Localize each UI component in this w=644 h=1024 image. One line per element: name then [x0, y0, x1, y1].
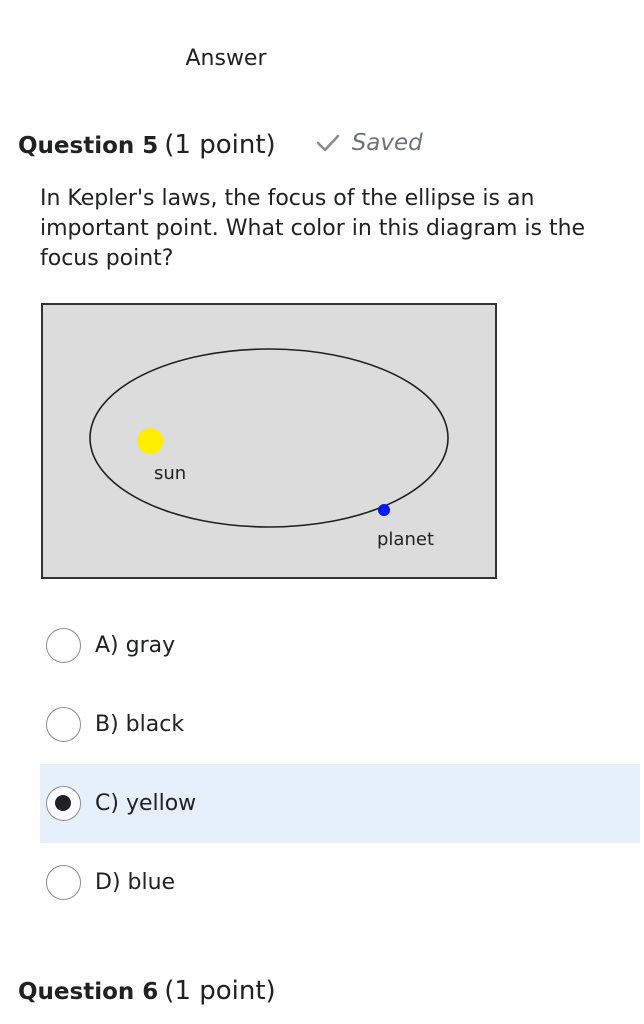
choice-a[interactable]: A) gray	[40, 606, 640, 685]
check-icon	[316, 134, 339, 152]
saved-status: Saved	[316, 130, 423, 156]
saved-status-label: Saved	[351, 130, 423, 156]
choice-d-label[interactable]: D) blue	[95, 870, 175, 895]
choice-b-label[interactable]: B) black	[95, 712, 184, 737]
choice-c[interactable]: C) yellow	[40, 764, 640, 843]
question-6-header: Question 6 (1 point)	[18, 976, 276, 1006]
answer-heading: Answer	[185, 46, 267, 71]
planet-label: planet	[377, 529, 434, 550]
answer-choices: A) gray B) black C) yellow D) blue	[40, 606, 640, 922]
question-6-points: (1 point)	[164, 976, 276, 1006]
question-5-points: (1 point)	[164, 130, 276, 160]
question-6-title: Question 6	[18, 979, 159, 1005]
planet-dot	[378, 504, 390, 516]
radio-a[interactable]	[46, 628, 81, 663]
question-5-title: Question 5	[18, 133, 159, 159]
kepler-diagram: sun planet	[41, 303, 497, 579]
radio-d[interactable]	[46, 865, 81, 900]
radio-c[interactable]	[46, 786, 81, 821]
radio-b[interactable]	[46, 707, 81, 742]
choice-a-label[interactable]: A) gray	[95, 633, 175, 658]
sun-dot	[137, 428, 163, 454]
choice-b[interactable]: B) black	[40, 685, 640, 764]
sun-label: sun	[154, 463, 186, 484]
question-5-text: In Kepler's laws, the focus of the ellip…	[40, 186, 586, 271]
question-5-header: Question 5 (1 point) Saved	[18, 130, 423, 160]
choice-c-label[interactable]: C) yellow	[95, 791, 196, 816]
choice-d[interactable]: D) blue	[40, 843, 640, 922]
